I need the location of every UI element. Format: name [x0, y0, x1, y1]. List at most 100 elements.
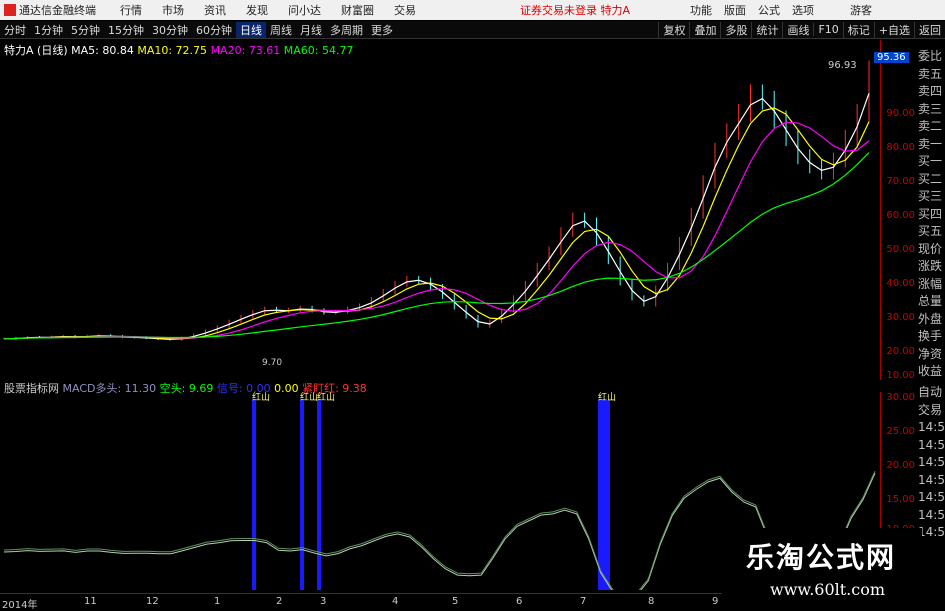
back-button[interactable]: 返回 — [914, 21, 945, 38]
side-item[interactable]: 交易 — [918, 402, 945, 420]
date-label: 8 — [648, 596, 655, 607]
period-tick[interactable]: 分时 — [0, 22, 30, 38]
date-label: 3 — [320, 596, 327, 607]
add-watchlist-button[interactable]: +自选 — [873, 21, 914, 38]
side-item[interactable]: 卖五 — [918, 66, 945, 84]
signal-bar — [598, 400, 610, 590]
app-title: 通达信金融终端 — [19, 4, 96, 17]
side-item[interactable]: 涨跌 — [918, 258, 945, 276]
menu-market[interactable]: 市场 — [162, 2, 184, 18]
side-item[interactable]: 外盘 — [918, 311, 945, 329]
indicator-tick: 20.00 — [886, 460, 915, 471]
side-item[interactable]: 现价 — [918, 241, 945, 259]
multi-stock-button[interactable]: 多股 — [720, 21, 751, 38]
price-chart[interactable] — [0, 40, 880, 380]
period-15m[interactable]: 15分钟 — [104, 22, 148, 38]
period-multi[interactable]: 多周期 — [326, 22, 367, 38]
side-item[interactable]: 净资 — [918, 346, 945, 364]
f10-button[interactable]: F10 — [813, 23, 842, 36]
side-item: 14:50 — [918, 507, 945, 522]
side-item: 14:50 — [918, 420, 945, 434]
side-item[interactable]: 委比 — [918, 48, 945, 66]
date-label: 6 — [516, 596, 523, 607]
period-5m[interactable]: 5分钟 — [67, 22, 104, 38]
price-tick: 20.00 — [886, 346, 915, 357]
indicator-tick: 30.00 — [886, 392, 915, 403]
period-30m[interactable]: 30分钟 — [148, 22, 192, 38]
indicator-tick: 25.00 — [886, 426, 915, 437]
stats-button[interactable]: 统计 — [751, 21, 782, 38]
signal-tag: 红山 — [598, 392, 616, 403]
signal-tag: 红山 — [252, 392, 270, 403]
indicator-side-panel: 自动 交易 14:50 14:50 14:50 14:50 14:50 14:5… — [918, 384, 945, 542]
date-label: 1 — [214, 596, 221, 607]
period-more[interactable]: 更多 — [367, 22, 397, 38]
price-tick: 50.00 — [886, 244, 915, 255]
high-price-label: 96.93 — [828, 60, 857, 71]
side-item[interactable]: 收益 — [918, 363, 945, 381]
menu-formula[interactable]: 公式 — [758, 2, 780, 18]
period-toolbar: 分时 1分钟 5分钟 15分钟 30分钟 60分钟 日线 周线 月线 多周期 更… — [0, 21, 945, 39]
signal-bar — [317, 400, 321, 590]
period-1m[interactable]: 1分钟 — [30, 22, 67, 38]
date-label: 2 — [276, 596, 283, 607]
price-tick: 10.00 — [886, 370, 915, 381]
watermark: 乐淘公式网 www.60lt.com — [722, 528, 922, 608]
date-label: 11 — [84, 596, 97, 607]
side-item: 14:50 — [918, 437, 945, 452]
date-label: 12 — [146, 596, 159, 607]
price-tick: 70.00 — [886, 176, 915, 187]
overlay-button[interactable]: 叠加 — [689, 21, 720, 38]
signal-tag: 红山 — [317, 392, 335, 403]
side-item[interactable]: 涨幅 — [918, 276, 945, 294]
signal-bar — [300, 400, 304, 590]
side-item[interactable]: 买四 — [918, 206, 945, 224]
menu-options[interactable]: 选项 — [792, 2, 814, 18]
price-tick: 30.00 — [886, 312, 915, 323]
side-item[interactable]: 买一 — [918, 153, 945, 171]
menu-discover[interactable]: 发现 — [246, 2, 268, 18]
side-item[interactable]: 买三 — [918, 188, 945, 206]
signal-tag: 红山 — [300, 392, 318, 403]
period-monthly[interactable]: 月线 — [296, 22, 326, 38]
ma20-line — [3, 121, 870, 340]
guest-label[interactable]: 游客 — [850, 2, 872, 18]
period-weekly[interactable]: 周线 — [266, 22, 296, 38]
ma10-line — [3, 107, 870, 340]
mark-button[interactable]: 标记 — [842, 21, 874, 38]
quote-side-panel[interactable]: 委比 卖五 卖四 卖三 卖二 卖一 买一 买二 买三 买四 买五 现价 涨跌 涨… — [918, 48, 945, 381]
login-status[interactable]: 证券交易未登录 特力A — [520, 2, 630, 18]
indicator-tick: 15.00 — [886, 494, 915, 505]
side-item[interactable]: 买二 — [918, 171, 945, 189]
side-item[interactable]: 卖四 — [918, 83, 945, 101]
adjust-button[interactable]: 复权 — [658, 21, 689, 38]
side-item: 14:50 — [918, 472, 945, 487]
price-tick: 60.00 — [886, 210, 915, 221]
date-label: 9 — [712, 596, 719, 607]
menu-wealth[interactable]: 财富圈 — [341, 2, 374, 18]
menu-trade[interactable]: 交易 — [394, 2, 416, 18]
side-item: 14:50 — [918, 490, 945, 504]
menu-quotes[interactable]: 行情 — [120, 2, 142, 18]
date-label: 7 — [580, 596, 587, 607]
side-item: 14:50 — [918, 455, 945, 469]
side-item[interactable]: 卖二 — [918, 118, 945, 136]
menu-ask[interactable]: 问小达 — [288, 2, 321, 18]
menu-news[interactable]: 资讯 — [204, 2, 226, 18]
watermark-title: 乐淘公式网 — [746, 541, 897, 574]
side-item[interactable]: 卖三 — [918, 101, 945, 119]
side-item[interactable]: 换手 — [918, 328, 945, 346]
menu-function[interactable]: 功能 — [690, 2, 712, 18]
period-daily[interactable]: 日线 — [236, 21, 266, 38]
side-item[interactable]: 买五 — [918, 223, 945, 241]
menu-layout[interactable]: 版面 — [724, 2, 746, 18]
side-item[interactable]: 自动 — [918, 384, 945, 402]
side-item[interactable]: 卖一 — [918, 136, 945, 154]
side-item: 14:50 — [918, 525, 945, 539]
period-60m[interactable]: 60分钟 — [192, 22, 236, 38]
date-label: 5 — [452, 596, 459, 607]
low-price-label: 9.70 — [262, 358, 283, 368]
draw-button[interactable]: 画线 — [782, 21, 813, 38]
ma60-line — [3, 152, 870, 340]
side-item[interactable]: 总量 — [918, 293, 945, 311]
